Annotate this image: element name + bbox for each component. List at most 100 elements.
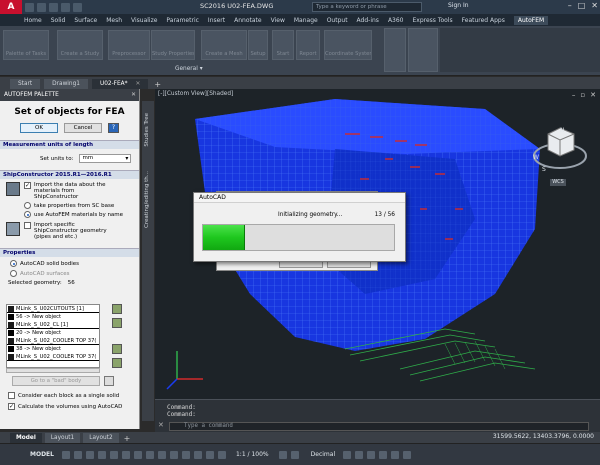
ribbon-panel-label[interactable]: General ▾ <box>175 66 203 72</box>
redo-icon[interactable] <box>73 2 82 12</box>
creating-editing-tab[interactable]: Creating/editing th... <box>144 171 150 228</box>
ribbon-extra-button[interactable] <box>384 28 406 72</box>
help-icon[interactable]: ? <box>108 123 119 133</box>
quick-properties-icon[interactable] <box>343 450 352 459</box>
annotation-scale[interactable]: 1:1 / 100% <box>236 451 269 458</box>
study-properties-button[interactable]: Study Properties <box>151 30 195 60</box>
tab-a360[interactable]: A360 <box>388 17 404 24</box>
sign-in-link[interactable]: Sign In <box>448 2 469 9</box>
go-to-bad-body-button[interactable]: Go to a "bad" body <box>12 376 100 386</box>
workspace-gear-icon[interactable] <box>278 450 287 459</box>
open-file-icon[interactable] <box>37 2 46 12</box>
list-item[interactable]: 56 -> New object <box>7 313 99 321</box>
doc-tab-start[interactable]: Start <box>10 79 41 89</box>
list-item[interactable]: MLink_S_U02_CL [1] <box>7 321 99 329</box>
tab-autofem[interactable]: AutoFEM <box>513 15 549 25</box>
autofem-materials-radio[interactable] <box>24 211 31 218</box>
new-layout-icon[interactable]: + <box>124 434 131 443</box>
selection-cycling-icon[interactable] <box>157 450 166 459</box>
coordinate-system-button[interactable]: Coordinate System <box>324 30 372 60</box>
create-study-button[interactable]: Create a Study <box>57 30 103 60</box>
undo-icon[interactable] <box>61 2 70 12</box>
magnifier-icon[interactable] <box>104 376 114 386</box>
list-item[interactable]: 38 -> New object <box>7 345 99 353</box>
close-palette-icon[interactable]: ✕ <box>131 89 136 101</box>
cancel-button[interactable]: Cancel <box>64 123 102 133</box>
edit-geometry-icon[interactable] <box>112 344 122 354</box>
doc-tab-u02-fea[interactable]: U02-FEA* ✕ <box>91 79 149 89</box>
grid-icon[interactable] <box>61 450 70 459</box>
hardware-acceleration-icon[interactable] <box>379 450 388 459</box>
preprocessor-button[interactable]: Preprocessor <box>108 30 150 60</box>
doc-tab-drawing1[interactable]: Drawing1 <box>44 79 88 89</box>
ribbon-extra-button[interactable] <box>408 28 438 72</box>
select-geometry-icon[interactable] <box>112 358 122 368</box>
tab-parametric[interactable]: Parametric <box>166 17 199 24</box>
annotation-monitor-icon[interactable] <box>290 450 299 459</box>
tab-layout1[interactable]: Layout1 <box>44 433 81 443</box>
list-item[interactable]: MLink_S_U02_COOLER TOP 37( <box>7 337 99 345</box>
tab-express-tools[interactable]: Express Tools <box>413 17 453 24</box>
calc-volumes-checkbox[interactable]: ✓ <box>8 403 15 410</box>
list-item[interactable]: 20 -> New object <box>7 329 99 337</box>
tab-layout2[interactable]: Layout2 <box>83 433 119 443</box>
dynamic-ucs-icon[interactable] <box>181 450 190 459</box>
wcs-menu[interactable]: WCS <box>550 179 566 186</box>
3d-osnap-icon[interactable] <box>169 450 178 459</box>
model-space-toggle[interactable]: MODEL <box>30 451 54 458</box>
geometry-list-scrollbar[interactable] <box>6 368 100 373</box>
tab-model[interactable]: Model <box>10 433 42 443</box>
snap-icon[interactable] <box>73 450 82 459</box>
import-geometry-checkbox[interactable] <box>24 222 31 229</box>
polar-icon[interactable] <box>97 450 106 459</box>
palette-of-tasks-button[interactable]: Palette of Tasks <box>3 30 49 60</box>
autocad-logo-icon[interactable]: A <box>0 0 22 14</box>
minimize-button[interactable]: – <box>568 1 572 10</box>
tab-surface[interactable]: Surface <box>74 17 97 24</box>
geometry-list[interactable]: MLink_S_U02CUTOUTS [1] 56 -> New object … <box>6 304 100 368</box>
solid-bodies-radio[interactable] <box>10 260 17 267</box>
filter-icon[interactable] <box>193 450 202 459</box>
close-button[interactable]: ✕ <box>591 1 598 10</box>
ok-button[interactable]: OK <box>20 123 58 133</box>
customization-icon[interactable] <box>403 450 412 459</box>
new-file-icon[interactable] <box>25 2 34 12</box>
setup-button[interactable]: Setup <box>248 30 268 60</box>
studies-tree-tab[interactable]: Studies Tree <box>144 113 150 147</box>
import-materials-checkbox[interactable]: ✓ <box>24 182 31 189</box>
each-block-checkbox[interactable] <box>8 392 15 399</box>
tab-visualize[interactable]: Visualize <box>131 17 157 24</box>
tab-add-ins[interactable]: Add-ins <box>357 17 379 24</box>
units-select[interactable]: mm <box>79 154 132 163</box>
tab-featured-apps[interactable]: Featured Apps <box>462 17 505 24</box>
report-button[interactable]: Report <box>296 30 320 60</box>
command-input[interactable]: Type a command <box>169 422 589 431</box>
tab-home[interactable]: Home <box>24 17 42 24</box>
tab-solid[interactable]: Solid <box>51 17 66 24</box>
save-icon[interactable] <box>49 2 58 12</box>
object-snap-icon[interactable] <box>121 450 130 459</box>
new-tab-icon[interactable]: + <box>154 80 161 89</box>
clean-screen-icon[interactable] <box>391 450 400 459</box>
isolate-objects-icon[interactable] <box>367 450 376 459</box>
tab-view[interactable]: View <box>271 17 285 24</box>
close-command-icon[interactable]: ✕ <box>158 421 164 429</box>
tab-mesh[interactable]: Mesh <box>106 17 122 24</box>
create-mesh-button[interactable]: Create a Mesh <box>201 30 247 60</box>
tab-output[interactable]: Output <box>327 17 348 24</box>
lineweight-icon[interactable] <box>133 450 142 459</box>
list-item[interactable]: MLink_S_U02CUTOUTS [1] <box>7 305 99 313</box>
ortho-icon[interactable] <box>85 450 94 459</box>
start-button[interactable]: Start <box>272 30 294 60</box>
close-tab-icon[interactable]: ✕ <box>136 79 141 89</box>
tab-manage[interactable]: Manage <box>294 17 318 24</box>
tab-insert[interactable]: Insert <box>208 17 225 24</box>
units-display[interactable]: Decimal <box>311 451 335 458</box>
annotation-visibility-icon[interactable] <box>217 450 226 459</box>
tab-annotate[interactable]: Annotate <box>234 17 261 24</box>
transparency-icon[interactable] <box>145 450 154 459</box>
isodraft-icon[interactable] <box>109 450 118 459</box>
list-item[interactable]: MLink_S_U02_COOLER TOP 37( <box>7 353 99 361</box>
remove-geometry-icon[interactable] <box>112 318 122 328</box>
search-input[interactable]: Type a keyword or phrase <box>312 2 422 12</box>
